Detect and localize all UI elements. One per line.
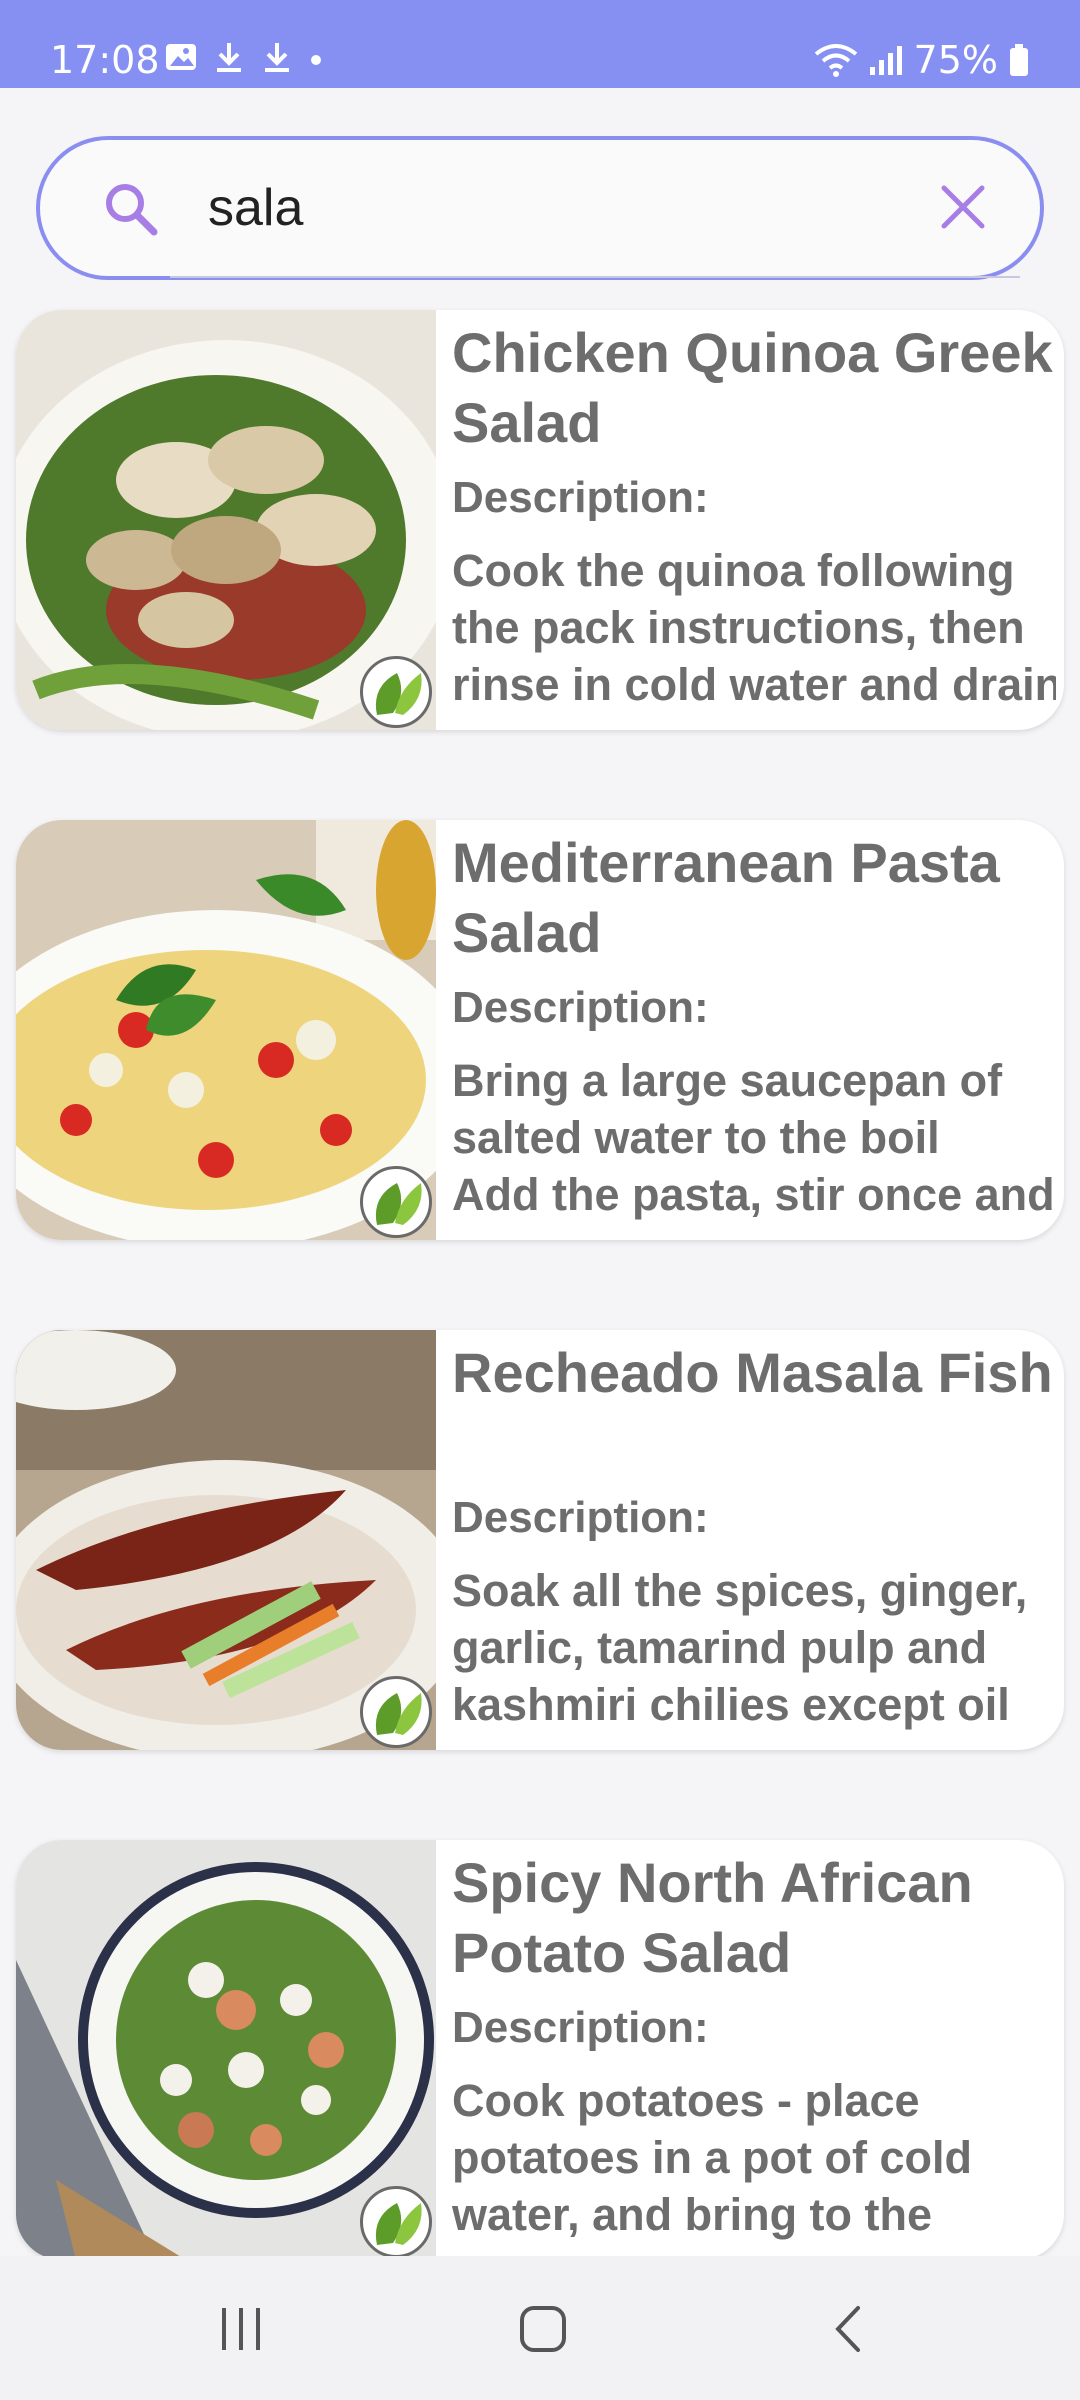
veg-badge xyxy=(360,1676,432,1748)
notification-icons xyxy=(164,40,324,74)
recipe-title: Spicy North African Potato Salad xyxy=(452,1851,973,1984)
description-label: Description: xyxy=(452,983,709,1032)
navigation-bar xyxy=(0,2256,1080,2400)
recipe-card-body: Spicy North African Potato Salad Descrip… xyxy=(452,1848,1056,2260)
description-line: Bring a large saucepan of xyxy=(452,1055,1003,1106)
description-line: the pack instructions, then xyxy=(452,602,1025,653)
recipe-title: Recheado Masala Fish xyxy=(452,1341,1053,1404)
description-line: rinse in cold water and drain xyxy=(452,659,1056,710)
dot-icon xyxy=(311,55,321,65)
recipe-description: Cook potatoes - place potatoes in a pot … xyxy=(452,2072,1056,2243)
wifi-icon xyxy=(814,44,857,77)
back-icon[interactable] xyxy=(828,2304,868,2354)
description-line: Soak all the spices, ginger, xyxy=(452,1565,1028,1616)
description-line: Cook potatoes - place xyxy=(452,2075,920,2126)
search-bar[interactable] xyxy=(36,136,1044,280)
status-right: 75% xyxy=(814,38,1030,82)
recents-icon[interactable] xyxy=(218,2304,264,2354)
recipe-card-body: Recheado Masala Fish Description: Soak a… xyxy=(452,1338,1056,1750)
recipe-title: Chicken Quinoa Greek Salad xyxy=(452,321,1053,454)
recipe-card[interactable]: Spicy North African Potato Salad Descrip… xyxy=(16,1840,1064,2260)
description-label: Description: xyxy=(452,473,709,522)
recipe-description: Bring a large saucepan of salted water t… xyxy=(452,1052,1056,1223)
recipe-card[interactable]: Chicken Quinoa Greek Salad Description: … xyxy=(16,310,1064,730)
leaf-icon xyxy=(375,1183,422,1225)
recipe-description: Soak all the spices, ginger, garlic, tam… xyxy=(452,1562,1056,1733)
description-label: Description: xyxy=(452,2003,709,2052)
recipe-card-body: Mediterranean Pasta Salad Description: B… xyxy=(452,828,1056,1240)
battery-percent: 75% xyxy=(913,38,998,82)
download-icon xyxy=(217,43,241,72)
download-icon xyxy=(265,43,289,72)
recipe-description: Cook the quinoa following the pack instr… xyxy=(452,542,1056,713)
leaf-icon xyxy=(375,2203,422,2245)
recipe-card-body: Chicken Quinoa Greek Salad Description: … xyxy=(452,318,1056,730)
signal-icon xyxy=(869,46,902,75)
search-underline xyxy=(170,276,1020,278)
description-line: kashmiri chilies except oil xyxy=(452,1679,1010,1730)
recipe-card[interactable]: Mediterranean Pasta Salad Description: B… xyxy=(16,820,1064,1240)
description-line: salted water to the boil xyxy=(452,1112,940,1163)
home-icon[interactable] xyxy=(518,2304,568,2354)
search-icon[interactable] xyxy=(102,180,160,238)
search-input[interactable] xyxy=(208,168,908,248)
status-bar: 17:08 75% xyxy=(0,0,1080,88)
recipe-card[interactable]: Recheado Masala Fish Description: Soak a… xyxy=(16,1330,1064,1750)
veg-badge xyxy=(360,1166,432,1238)
description-line: garlic, tamarind pulp and xyxy=(452,1622,988,1673)
leaf-icon xyxy=(375,673,422,715)
veg-badge xyxy=(360,2186,432,2258)
recipe-title: Mediterranean Pasta Salad xyxy=(452,831,1000,964)
gallery-icon xyxy=(166,44,196,70)
description-line: Add the pasta, stir once and xyxy=(452,1169,1055,1220)
description-line: potatoes in a pot of cold xyxy=(452,2132,972,2183)
description-line: Cook the quinoa following xyxy=(452,545,1015,596)
close-icon[interactable] xyxy=(938,182,988,232)
description-label: Description: xyxy=(452,1493,709,1542)
leaf-icon xyxy=(375,1693,422,1735)
description-line: water, and bring to the xyxy=(452,2189,933,2240)
veg-badge xyxy=(360,656,432,728)
status-time: 17:08 xyxy=(50,38,160,82)
battery-icon xyxy=(1010,44,1028,76)
